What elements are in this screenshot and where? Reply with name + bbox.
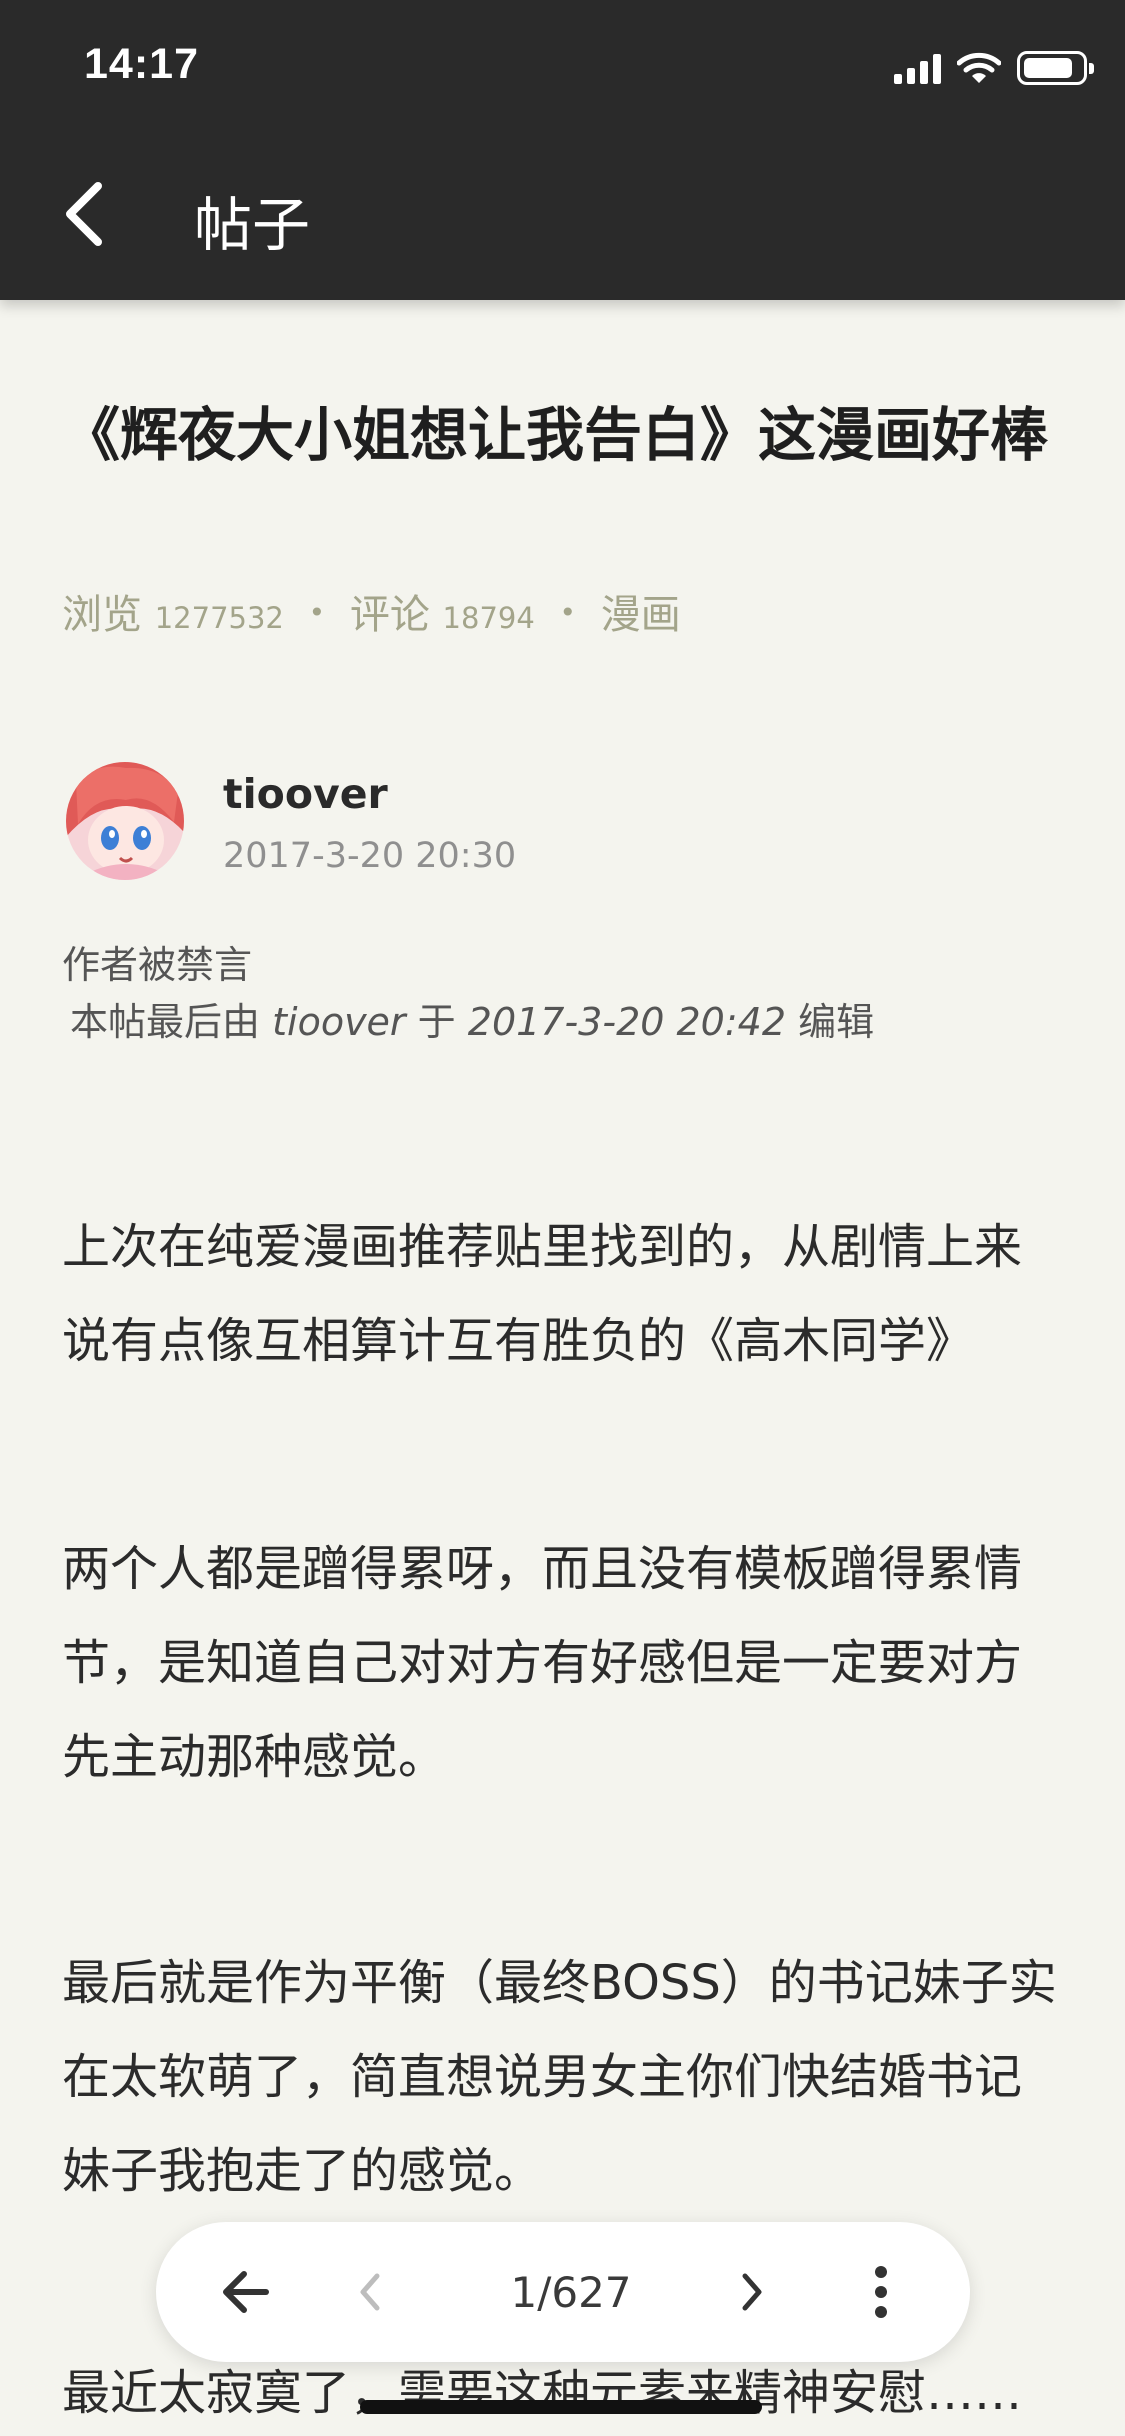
views-label: 浏览 <box>62 592 142 638</box>
home-indicator[interactable] <box>360 2400 762 2414</box>
post-meta: 浏览 1277532 • 评论 18794 • 漫画 <box>62 582 681 640</box>
post-time: 2017-3-20 20:30 <box>223 836 517 876</box>
meta-separator: • <box>559 596 577 629</box>
chevron-left-icon <box>360 2273 380 2311</box>
cellular-signal-icon <box>894 52 941 84</box>
edit-prefix: 本帖最后由 <box>70 1000 261 1044</box>
status-icons <box>894 48 1094 88</box>
back-button[interactable] <box>52 172 122 252</box>
battery-icon <box>1017 51 1094 85</box>
page-navigator: 1/627 <box>156 2222 970 2362</box>
page-title: 帖子 <box>194 191 311 259</box>
post-title: 《辉夜大小姐想让我告白》这漫画好棒 <box>62 401 1049 469</box>
edit-mid: 于 <box>417 1000 456 1044</box>
edit-time: 2017-3-20 20:42 <box>467 1000 787 1044</box>
status-time: 14:17 <box>84 40 199 88</box>
back-arrow-icon <box>66 182 102 246</box>
comments-label: 评论 <box>349 592 430 638</box>
arrow-left-icon <box>223 2271 269 2313</box>
views-count: 1277532 <box>154 601 284 635</box>
app-header: 14:17 帖子 <box>0 0 1125 300</box>
wifi-icon <box>957 52 1001 83</box>
post-paragraph: 最后就是作为平衡（最终BOSS）的书记妹子实在太软萌了，简直想说男女主你们快结婚… <box>62 1955 1057 2199</box>
meta-separator: • <box>308 596 326 629</box>
next-page-button[interactable] <box>696 2222 806 2362</box>
page-indicator[interactable]: 1/627 <box>446 2222 696 2362</box>
edit-suffix: 编辑 <box>798 1000 875 1044</box>
edit-user: tioover <box>272 1000 406 1044</box>
post-paragraph: 两个人都是蹭得累呀，而且没有模板蹭得累情节，是知道自己对对方有好感但是一定要对方… <box>62 1541 1023 1785</box>
prev-page-button[interactable] <box>316 2222 426 2362</box>
comments-count: 18794 <box>442 601 535 635</box>
back-page-button[interactable] <box>186 2222 306 2362</box>
edit-note: 本帖最后由 tioover 于 2017-3-20 20:42 编辑 <box>70 991 874 1046</box>
more-options-button[interactable] <box>826 2222 936 2362</box>
banned-note: 作者被禁言 <box>62 943 253 987</box>
more-vertical-icon <box>875 2266 887 2318</box>
category-link[interactable]: 漫画 <box>601 592 681 638</box>
chevron-right-icon <box>742 2273 762 2311</box>
author-name[interactable]: tioover <box>223 770 388 818</box>
avatar-image <box>66 762 184 880</box>
post-paragraph: 上次在纯爱漫画推荐贴里找到的，从剧情上来说有点像互相算计互有胜负的《高木同学》 <box>62 1219 1023 1369</box>
avatar[interactable] <box>66 762 184 880</box>
